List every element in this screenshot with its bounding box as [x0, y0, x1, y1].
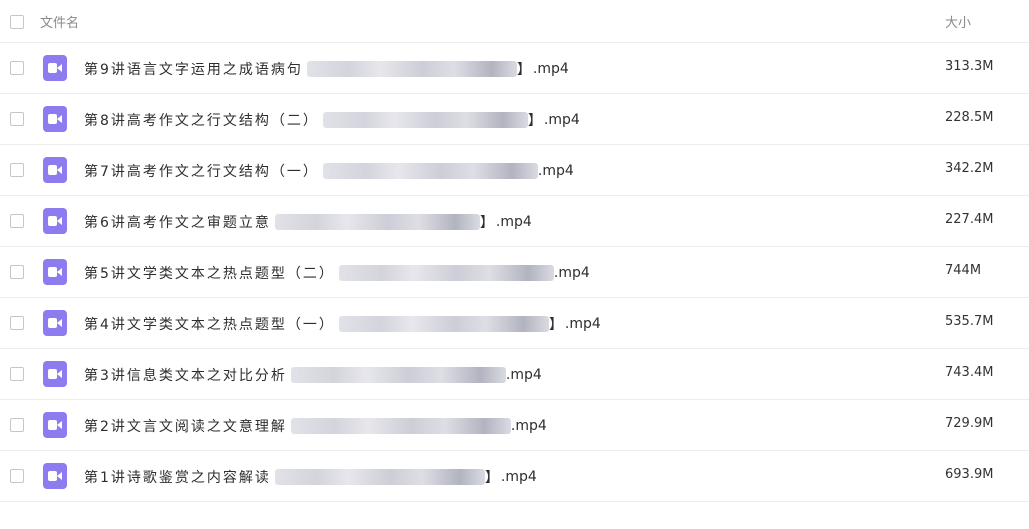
file-size: 693.9M	[945, 467, 994, 482]
file-title: 第6讲高考作文之审题立意	[84, 215, 271, 231]
video-file-icon	[43, 412, 67, 438]
file-name[interactable]: 第1讲诗歌鉴赏之内容解读 】.mp4	[84, 467, 537, 487]
file-name[interactable]: 第7讲高考作文之行文结构（一） .mp4	[84, 161, 574, 181]
file-size: 535.7M	[945, 314, 994, 329]
file-size: 227.4M	[945, 212, 994, 227]
file-bracket: 】	[548, 317, 565, 333]
file-bracket: 】	[516, 62, 533, 78]
file-size: 313.3M	[945, 59, 994, 74]
file-title: 第4讲文学类文本之热点题型（一）	[84, 317, 335, 333]
file-extension: .mp4	[505, 367, 542, 383]
video-file-icon	[43, 208, 67, 234]
file-bracket: 】	[527, 113, 544, 129]
file-size: 342.2M	[945, 161, 994, 176]
file-name[interactable]: 第5讲文学类文本之热点题型（二） .mp4	[84, 263, 590, 283]
file-name[interactable]: 第4讲文学类文本之热点题型（一） 】.mp4	[84, 314, 601, 334]
file-bracket: 】	[484, 470, 501, 486]
file-title: 第3讲信息类文本之对比分析	[84, 368, 287, 384]
video-file-icon	[43, 55, 67, 81]
file-extension: .mp4	[510, 418, 547, 434]
row-checkbox[interactable]	[10, 112, 24, 126]
row-checkbox[interactable]	[10, 469, 24, 483]
file-extension: .mp4	[543, 112, 580, 128]
file-bracket: 】	[479, 215, 496, 231]
row-checkbox[interactable]	[10, 163, 24, 177]
file-row[interactable]: 第5讲文学类文本之热点题型（二） .mp4 744M	[0, 247, 1029, 298]
file-row[interactable]: 第3讲信息类文本之对比分析 .mp4 743.4M	[0, 349, 1029, 400]
file-extension: .mp4	[532, 61, 569, 77]
file-title: 第5讲文学类文本之热点题型（二）	[84, 266, 335, 282]
file-row[interactable]: 第8讲高考作文之行文结构（二） 】.mp4 228.5M	[0, 94, 1029, 145]
file-extension: .mp4	[564, 316, 601, 332]
row-checkbox[interactable]	[10, 418, 24, 432]
file-name[interactable]: 第8讲高考作文之行文结构（二） 】.mp4	[84, 110, 580, 130]
redacted-text	[322, 163, 538, 179]
file-title: 第9讲语言文字运用之成语病句	[84, 62, 303, 78]
video-file-icon	[43, 259, 67, 285]
redacted-text	[290, 367, 506, 383]
row-checkbox[interactable]	[10, 367, 24, 381]
file-name[interactable]: 第6讲高考作文之审题立意 】.mp4	[84, 212, 532, 232]
row-checkbox[interactable]	[10, 214, 24, 228]
file-row[interactable]: 第7讲高考作文之行文结构（一） .mp4 342.2M	[0, 145, 1029, 196]
file-size: 744M	[945, 263, 982, 278]
select-all-checkbox[interactable]	[10, 15, 24, 29]
video-file-icon	[43, 106, 67, 132]
row-checkbox[interactable]	[10, 316, 24, 330]
video-file-icon	[43, 157, 67, 183]
row-checkbox[interactable]	[10, 61, 24, 75]
redacted-text	[290, 418, 511, 434]
file-title: 第7讲高考作文之行文结构（一）	[84, 164, 319, 180]
file-row[interactable]: 第1讲诗歌鉴赏之内容解读 】.mp4 693.9M	[0, 451, 1029, 502]
file-name[interactable]: 第2讲文言文阅读之文意理解 .mp4	[84, 416, 547, 436]
file-row[interactable]: 第9讲语言文字运用之成语病句 】.mp4 313.3M	[0, 43, 1029, 94]
video-file-icon	[43, 361, 67, 387]
file-name[interactable]: 第3讲信息类文本之对比分析 .mp4	[84, 365, 542, 385]
file-title: 第2讲文言文阅读之文意理解	[84, 419, 287, 435]
redacted-text	[274, 469, 485, 485]
file-list: 文件名 大小 第9讲语言文字运用之成语病句 】.mp4 313.3M 第8讲高考作…	[0, 0, 1029, 502]
file-name[interactable]: 第9讲语言文字运用之成语病句 】.mp4	[84, 59, 569, 79]
file-extension: .mp4	[495, 214, 532, 230]
redacted-text	[322, 112, 528, 128]
file-size: 729.9M	[945, 416, 994, 431]
video-file-icon	[43, 463, 67, 489]
column-header-size[interactable]: 大小	[945, 12, 971, 31]
redacted-text	[338, 265, 554, 281]
file-size: 228.5M	[945, 110, 994, 125]
file-extension: .mp4	[500, 469, 537, 485]
row-checkbox[interactable]	[10, 265, 24, 279]
file-extension: .mp4	[553, 265, 590, 281]
video-file-icon	[43, 310, 67, 336]
list-header: 文件名 大小	[0, 0, 1029, 43]
redacted-text	[338, 316, 549, 332]
redacted-text	[306, 61, 517, 77]
file-row[interactable]: 第4讲文学类文本之热点题型（一） 】.mp4 535.7M	[0, 298, 1029, 349]
file-size: 743.4M	[945, 365, 994, 380]
redacted-text	[274, 214, 480, 230]
file-title: 第1讲诗歌鉴赏之内容解读	[84, 470, 271, 486]
column-header-name[interactable]: 文件名	[40, 12, 79, 31]
file-row[interactable]: 第6讲高考作文之审题立意 】.mp4 227.4M	[0, 196, 1029, 247]
file-title: 第8讲高考作文之行文结构（二）	[84, 113, 319, 129]
file-extension: .mp4	[537, 163, 574, 179]
file-row[interactable]: 第2讲文言文阅读之文意理解 .mp4 729.9M	[0, 400, 1029, 451]
